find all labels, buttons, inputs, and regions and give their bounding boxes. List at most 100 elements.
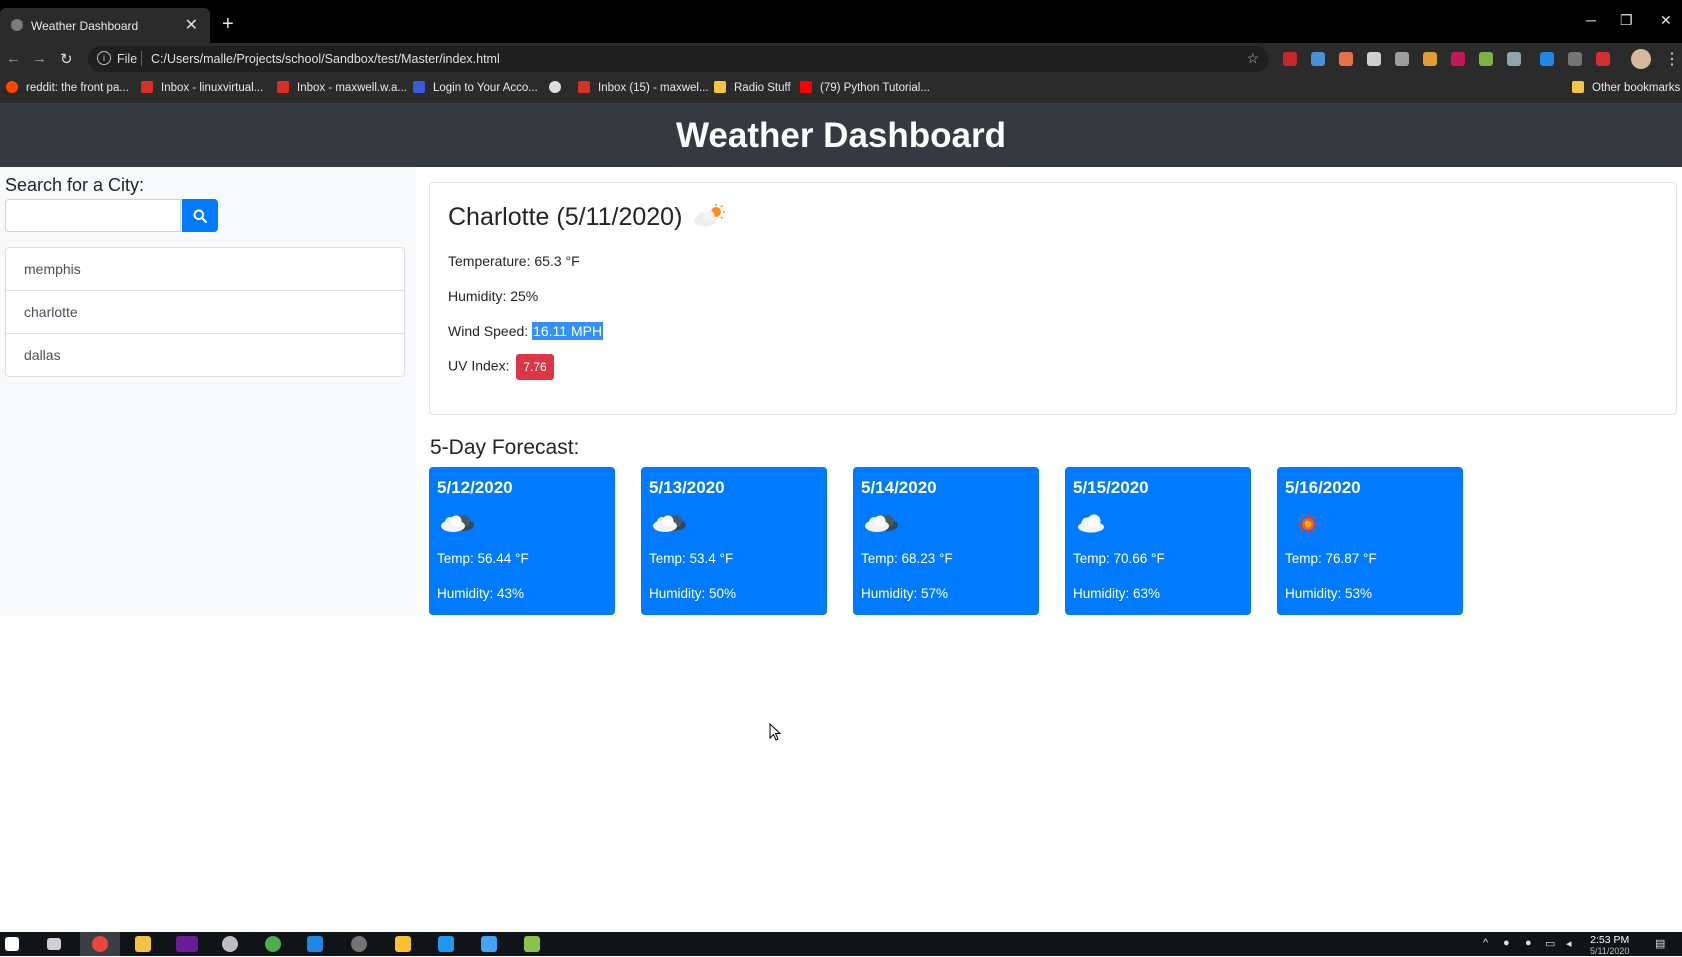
- restore-button[interactable]: ❐: [1620, 12, 1633, 29]
- bookmarks-bar: reddit: the front pa... Inbox - linuxvir…: [0, 75, 1682, 104]
- back-icon[interactable]: ←: [6, 50, 21, 67]
- cloud-icon: [1078, 514, 1104, 533]
- forecast-humidity: Humidity: 50%: [649, 586, 737, 601]
- forecast-date: 5/14/2020: [861, 478, 937, 497]
- network-icon[interactable]: ▭: [1545, 937, 1555, 950]
- window-close-button[interactable]: ✕: [1660, 12, 1672, 29]
- search-button[interactable]: [182, 199, 218, 232]
- forecast-temp: Temp: 76.87 °F: [1285, 551, 1377, 566]
- bookmark-item[interactable]: [549, 81, 569, 94]
- search-history-list: memphis charlotte dallas: [5, 247, 405, 377]
- partly-cloudy-icon: [694, 204, 725, 227]
- bookmark-label: Inbox (15) - maxwel...: [598, 82, 709, 94]
- bookmark-item[interactable]: Login to Your Acco...: [413, 81, 538, 94]
- maps-icon[interactable]: [395, 936, 411, 952]
- history-item-charlotte[interactable]: charlotte: [6, 291, 404, 334]
- forward-icon[interactable]: →: [32, 50, 47, 67]
- microphone-icon[interactable]: ●: [1525, 937, 1532, 949]
- bookmark-label: Inbox - linuxvirtual...: [161, 82, 264, 94]
- new-tab-button[interactable]: +: [222, 14, 234, 34]
- app-icon[interactable]: [524, 936, 540, 952]
- browser-tab[interactable]: Weather Dashboard ✕: [0, 8, 210, 43]
- extension-icon[interactable]: [1311, 52, 1325, 66]
- minimize-button[interactable]: ─: [1586, 12, 1596, 28]
- clock-app-icon[interactable]: [351, 936, 367, 952]
- extension-icon[interactable]: [1283, 52, 1297, 66]
- zoom-icon[interactable]: [438, 936, 454, 952]
- extension-icon[interactable]: [1367, 52, 1381, 66]
- notifications-icon[interactable]: ▤: [1655, 937, 1665, 950]
- globe-icon: [11, 19, 23, 31]
- extension-icon[interactable]: [1479, 52, 1493, 66]
- bookmark-label: Login to Your Acco...: [433, 82, 538, 94]
- bookmark-item[interactable]: Inbox - linuxvirtual...: [141, 81, 263, 94]
- wind-label: Wind Speed:: [448, 323, 533, 339]
- extension-icon[interactable]: [1568, 52, 1582, 66]
- url-scheme: File: [117, 52, 138, 66]
- humidity-value: 25%: [510, 288, 539, 304]
- profile-avatar[interactable]: [1631, 49, 1651, 69]
- tray-chevron-icon[interactable]: ^: [1483, 937, 1488, 949]
- gmail-icon: [277, 81, 289, 93]
- rain-cloud-icon: [865, 515, 898, 532]
- uv-label: UV Index:: [448, 357, 514, 374]
- menu-icon[interactable]: ⋮: [1664, 49, 1680, 69]
- url-text[interactable]: C:/Users/malle/Projects/school/Sandbox/t…: [151, 52, 500, 66]
- search-input[interactable]: [5, 199, 181, 232]
- vscode-icon[interactable]: [307, 936, 323, 952]
- history-item-memphis[interactable]: memphis: [6, 248, 404, 291]
- reload-icon[interactable]: ↻: [60, 50, 73, 68]
- rain-cloud-icon: [653, 515, 686, 532]
- info-icon[interactable]: i: [97, 51, 111, 65]
- forecast-card: 5/15/2020 Temp: 70.66 °F Humidity: 63%: [1065, 467, 1251, 615]
- windows-start-icon[interactable]: [5, 937, 19, 951]
- tray-app-icon[interactable]: ●: [1503, 937, 1510, 949]
- taskbar-clock[interactable]: 2:53 PM 5/11/2020: [1590, 935, 1629, 957]
- shield-icon: [413, 81, 425, 93]
- humidity-line: Humidity: 25%: [448, 288, 538, 304]
- temperature-label: Temperature:: [448, 253, 535, 269]
- bookmark-star-icon[interactable]: ☆: [1246, 50, 1259, 67]
- gmail-icon: [141, 81, 153, 93]
- browser-tabstrip: Weather Dashboard ✕ + ─ ❐ ✕: [0, 0, 1682, 43]
- next-app-icon[interactable]: [176, 936, 198, 952]
- file-explorer-icon[interactable]: [135, 936, 151, 952]
- extension-icon[interactable]: [1451, 52, 1465, 66]
- forecast-date: 5/16/2020: [1285, 478, 1361, 497]
- bookmark-item[interactable]: (79) Python Tutorial...: [800, 81, 930, 94]
- photos-icon[interactable]: [481, 936, 497, 952]
- forecast-humidity: Humidity: 57%: [861, 586, 949, 601]
- bookmark-label: reddit: the front pa...: [26, 82, 129, 94]
- task-view-icon[interactable]: [47, 938, 61, 950]
- forecast-date: 5/12/2020: [437, 478, 513, 497]
- search-sidebar: Search for a City: memphis charlotte dal…: [0, 167, 416, 616]
- bookmark-item[interactable]: Inbox - maxwell.w.a...: [277, 81, 407, 94]
- rain-cloud-icon: [441, 515, 474, 532]
- slack-icon[interactable]: [265, 936, 281, 952]
- bookmark-item[interactable]: Radio Stuff: [714, 81, 791, 94]
- temperature-value: 65.3 °F: [534, 253, 580, 269]
- extension-icon[interactable]: [1540, 52, 1554, 66]
- settings-icon[interactable]: [222, 936, 238, 952]
- uv-line: UV Index: 7.76: [448, 354, 554, 380]
- bookmark-item[interactable]: Inbox (15) - maxwel...: [578, 81, 709, 94]
- bookmark-item[interactable]: reddit: the front pa...: [6, 81, 129, 94]
- gmail-icon: [578, 81, 590, 93]
- extension-icon[interactable]: [1395, 52, 1409, 66]
- other-bookmarks[interactable]: Other bookmarks: [1572, 81, 1680, 94]
- extension-icon[interactable]: [1596, 52, 1610, 66]
- extension-icon[interactable]: [1339, 52, 1353, 66]
- reddit-icon: [6, 81, 18, 93]
- extension-icon[interactable]: [1423, 52, 1437, 66]
- extension-icon[interactable]: [1507, 52, 1521, 66]
- forecast-temp: Temp: 68.23 °F: [861, 551, 953, 566]
- history-item-dallas[interactable]: dallas: [6, 334, 404, 376]
- other-bookmarks-label: Other bookmarks: [1592, 82, 1681, 94]
- volume-icon[interactable]: ◂: [1566, 937, 1572, 950]
- address-bar[interactable]: i File C:/Users/malle/Projects/school/Sa…: [88, 46, 1269, 72]
- tab-title: Weather Dashboard: [31, 19, 139, 33]
- sun-icon: [1298, 514, 1318, 534]
- tab-close-button[interactable]: ✕: [185, 15, 198, 35]
- os-taskbar: ^ ● ● ▭ ◂ 2:53 PM 5/11/2020 ▤: [0, 932, 1682, 956]
- chrome-icon[interactable]: [92, 936, 108, 952]
